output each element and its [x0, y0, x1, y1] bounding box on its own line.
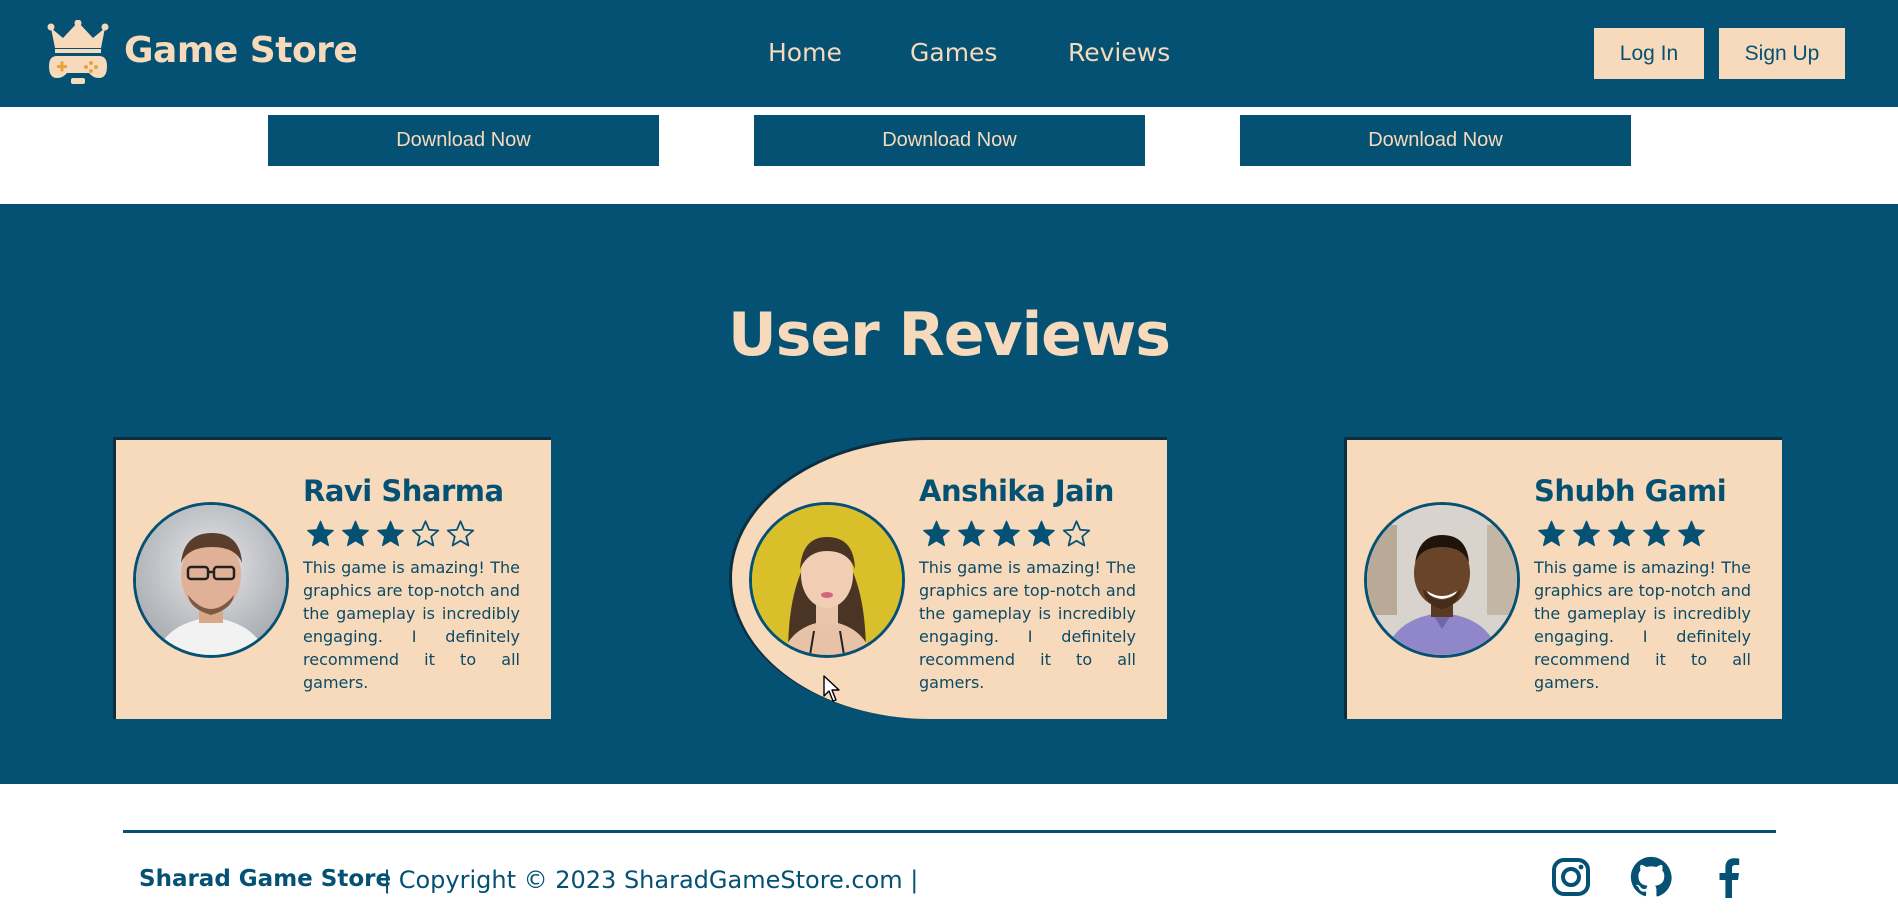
star-filled-icon: [307, 520, 334, 547]
footer-copyright: | Copyright © 2023 SharadGameStore.com |: [383, 866, 919, 894]
reviews-heading: User Reviews: [727, 300, 1171, 370]
star-filled-icon: [377, 520, 404, 547]
rating-stars: [919, 519, 1094, 549]
reviewer-name: Ravi Sharma: [303, 474, 504, 508]
avatar: [1364, 502, 1520, 658]
login-button[interactable]: Log In: [1594, 28, 1704, 79]
star-outline-icon: [446, 520, 475, 547]
rating-stars: [1534, 519, 1709, 549]
rating-stars: [303, 519, 478, 549]
star-filled-icon: [923, 520, 950, 547]
review-text: This game is amazing! The graphics are t…: [919, 558, 1136, 692]
review-card[interactable]: Anshika Jain This game is amazing! The g…: [729, 437, 1167, 719]
star-outline-icon: [411, 520, 440, 547]
star-filled-icon: [1608, 520, 1635, 547]
review-card[interactable]: Ravi Sharma This game is amazing! The gr…: [113, 437, 551, 719]
github-icon[interactable]: [1630, 856, 1672, 898]
star-filled-icon: [1678, 520, 1705, 547]
nav-home-link[interactable]: Home: [768, 38, 842, 67]
download-button[interactable]: Download Now: [754, 115, 1145, 166]
footer-divider: [123, 830, 1776, 833]
mouse-cursor-icon: [823, 675, 840, 702]
reviewer-name: Anshika Jain: [919, 474, 1114, 508]
instagram-icon[interactable]: [1550, 856, 1592, 898]
review-card[interactable]: Shubh Gami This game is amazing! The gra…: [1344, 437, 1782, 719]
review-text: This game is amazing! The graphics are t…: [1534, 558, 1751, 692]
star-filled-icon: [1643, 520, 1670, 547]
star-filled-icon: [1538, 520, 1565, 547]
reviewer-photo: [1367, 505, 1517, 655]
star-filled-icon: [1573, 520, 1600, 547]
site-header: Game Store Home Games Reviews Log In Sig…: [0, 0, 1898, 107]
star-filled-icon: [1028, 520, 1055, 547]
review-text: This game is amazing! The graphics are t…: [303, 558, 520, 692]
signup-button[interactable]: Sign Up: [1719, 28, 1845, 79]
nav-reviews-link[interactable]: Reviews: [1068, 38, 1170, 67]
footer-brand: Sharad Game Store: [139, 866, 392, 892]
download-button[interactable]: Download Now: [268, 115, 659, 166]
avatar: [749, 502, 905, 658]
reviews-section: User Reviews Ravi Sharma This game is am…: [0, 204, 1898, 784]
star-filled-icon: [993, 520, 1020, 547]
download-button[interactable]: Download Now: [1240, 115, 1631, 166]
nav-games-link[interactable]: Games: [910, 38, 997, 67]
star-filled-icon: [958, 520, 985, 547]
reviewer-photo: [752, 505, 902, 655]
reviewer-photo: [136, 505, 286, 655]
reviewer-name: Shubh Gami: [1534, 474, 1727, 508]
avatar: [133, 502, 289, 658]
star-outline-icon: [1062, 520, 1091, 547]
star-filled-icon: [342, 520, 369, 547]
facebook-icon[interactable]: [1708, 856, 1750, 898]
